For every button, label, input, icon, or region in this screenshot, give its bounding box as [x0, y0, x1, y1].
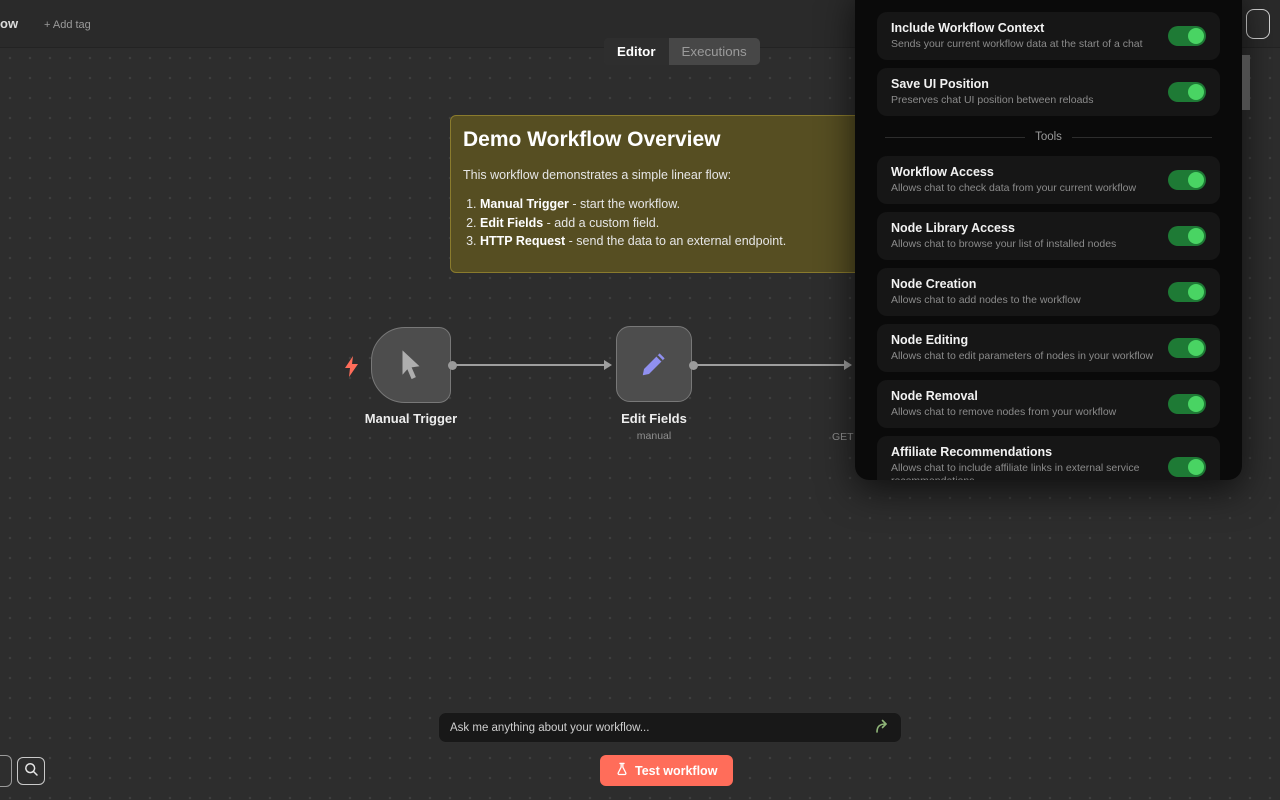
output-port-manual-trigger[interactable] — [448, 361, 457, 370]
chat-settings-panel: Include Workflow Context Sends your curr… — [855, 0, 1242, 480]
setting-title: Node Removal — [891, 389, 1116, 403]
setting-desc: Preserves chat UI position between reloa… — [891, 94, 1094, 107]
setting-text: Affiliate Recommendations Allows chat to… — [891, 445, 1156, 480]
setting-row-node-library-access: Node Library Access Allows chat to brows… — [877, 212, 1220, 260]
magnifier-icon — [24, 762, 39, 780]
tools-section-header: Tools — [885, 131, 1212, 143]
test-workflow-label: Test workflow — [635, 764, 717, 778]
setting-text: Node Creation Allows chat to add nodes t… — [891, 277, 1081, 307]
node-sublabel-edit-fields: manual — [604, 430, 704, 442]
setting-title: Affiliate Recommendations — [891, 445, 1156, 459]
tools-section-label: Tools — [1035, 131, 1062, 143]
setting-desc: Allows chat to include affiliate links i… — [891, 462, 1156, 480]
editor-executions-tabs: Editor Executions — [604, 38, 760, 65]
toggle-workflow-access[interactable] — [1168, 170, 1206, 190]
add-tag-button[interactable]: + Add tag — [44, 19, 91, 31]
zoom-to-fit-button[interactable] — [17, 757, 45, 785]
send-arrow-icon — [874, 719, 890, 737]
sticky-note-steps: Manual Trigger - start the workflow. Edi… — [463, 197, 857, 248]
sticky-note-title: Demo Workflow Overview — [463, 128, 857, 152]
toggle-save-ui-position[interactable] — [1168, 82, 1206, 102]
setting-row-node-removal: Node Removal Allows chat to remove nodes… — [877, 380, 1220, 428]
setting-text: Include Workflow Context Sends your curr… — [891, 21, 1143, 51]
setting-desc: Allows chat to check data from your curr… — [891, 182, 1136, 195]
toggle-affiliate-recommendations[interactable] — [1168, 457, 1206, 477]
sticky-step: HTTP Request - send the data to an exter… — [480, 234, 857, 248]
tab-editor[interactable]: Editor — [604, 38, 669, 65]
node-manual-trigger[interactable] — [371, 327, 451, 403]
setting-text: Save UI Position Preserves chat UI posit… — [891, 77, 1094, 107]
node-label-http-request-partial: GET — [832, 431, 854, 443]
workflow-name[interactable]: ow — [0, 16, 18, 31]
flask-icon — [616, 762, 628, 779]
sticky-step: Edit Fields - add a custom field. — [480, 216, 857, 230]
lightning-bolt-icon — [344, 356, 359, 382]
top-right-partial-button[interactable] — [1246, 9, 1270, 39]
setting-title: Include Workflow Context — [891, 21, 1143, 35]
chat-input[interactable] — [450, 722, 874, 734]
setting-title: Node Creation — [891, 277, 1081, 291]
toggle-node-library-access[interactable] — [1168, 226, 1206, 246]
setting-text: Node Editing Allows chat to edit paramet… — [891, 333, 1153, 363]
toggle-node-editing[interactable] — [1168, 338, 1206, 358]
toggle-node-removal[interactable] — [1168, 394, 1206, 414]
setting-row-node-editing: Node Editing Allows chat to edit paramet… — [877, 324, 1220, 372]
setting-row-include-workflow-context: Include Workflow Context Sends your curr… — [877, 12, 1220, 60]
setting-text: Node Removal Allows chat to remove nodes… — [891, 389, 1116, 419]
setting-row-save-ui-position: Save UI Position Preserves chat UI posit… — [877, 68, 1220, 116]
setting-desc: Sends your current workflow data at the … — [891, 38, 1143, 51]
chat-input-bar — [438, 712, 902, 743]
setting-title: Node Editing — [891, 333, 1153, 347]
setting-desc: Allows chat to browse your list of insta… — [891, 238, 1116, 251]
setting-text: Node Library Access Allows chat to brows… — [891, 221, 1116, 251]
setting-row-affiliate-recommendations: Affiliate Recommendations Allows chat to… — [877, 436, 1220, 480]
setting-title: Save UI Position — [891, 77, 1094, 91]
node-label-manual-trigger: Manual Trigger — [346, 411, 476, 426]
sticky-note[interactable]: Demo Workflow Overview This workflow dem… — [450, 115, 870, 273]
sticky-note-intro: This workflow demonstrates a simple line… — [463, 168, 857, 182]
send-button[interactable] — [874, 719, 890, 737]
setting-title: Workflow Access — [891, 165, 1136, 179]
zoom-controls-partial-button[interactable] — [0, 755, 12, 787]
setting-text: Workflow Access Allows chat to check dat… — [891, 165, 1136, 195]
output-port-edit-fields[interactable] — [689, 361, 698, 370]
setting-row-workflow-access: Workflow Access Allows chat to check dat… — [877, 156, 1220, 204]
toggle-include-workflow-context[interactable] — [1168, 26, 1206, 46]
setting-desc: Allows chat to remove nodes from your wo… — [891, 406, 1116, 419]
node-edit-fields[interactable] — [616, 326, 692, 402]
connection-edit-to-http[interactable] — [697, 364, 845, 366]
pencil-icon — [617, 327, 691, 401]
toggle-node-creation[interactable] — [1168, 282, 1206, 302]
setting-desc: Allows chat to edit parameters of nodes … — [891, 350, 1153, 363]
tab-executions[interactable]: Executions — [669, 38, 760, 65]
node-label-edit-fields: Edit Fields — [604, 411, 704, 426]
setting-title: Node Library Access — [891, 221, 1116, 235]
connection-manual-to-edit[interactable] — [455, 364, 605, 366]
setting-row-node-creation: Node Creation Allows chat to add nodes t… — [877, 268, 1220, 316]
setting-desc: Allows chat to add nodes to the workflow — [891, 294, 1081, 307]
cursor-icon — [372, 328, 450, 402]
test-workflow-button[interactable]: Test workflow — [600, 755, 733, 786]
app-window: ow + Add tag Editor Executions Demo Work… — [0, 0, 1280, 800]
scrollbar-thumb[interactable] — [1242, 55, 1250, 110]
sticky-step: Manual Trigger - start the workflow. — [480, 197, 857, 211]
